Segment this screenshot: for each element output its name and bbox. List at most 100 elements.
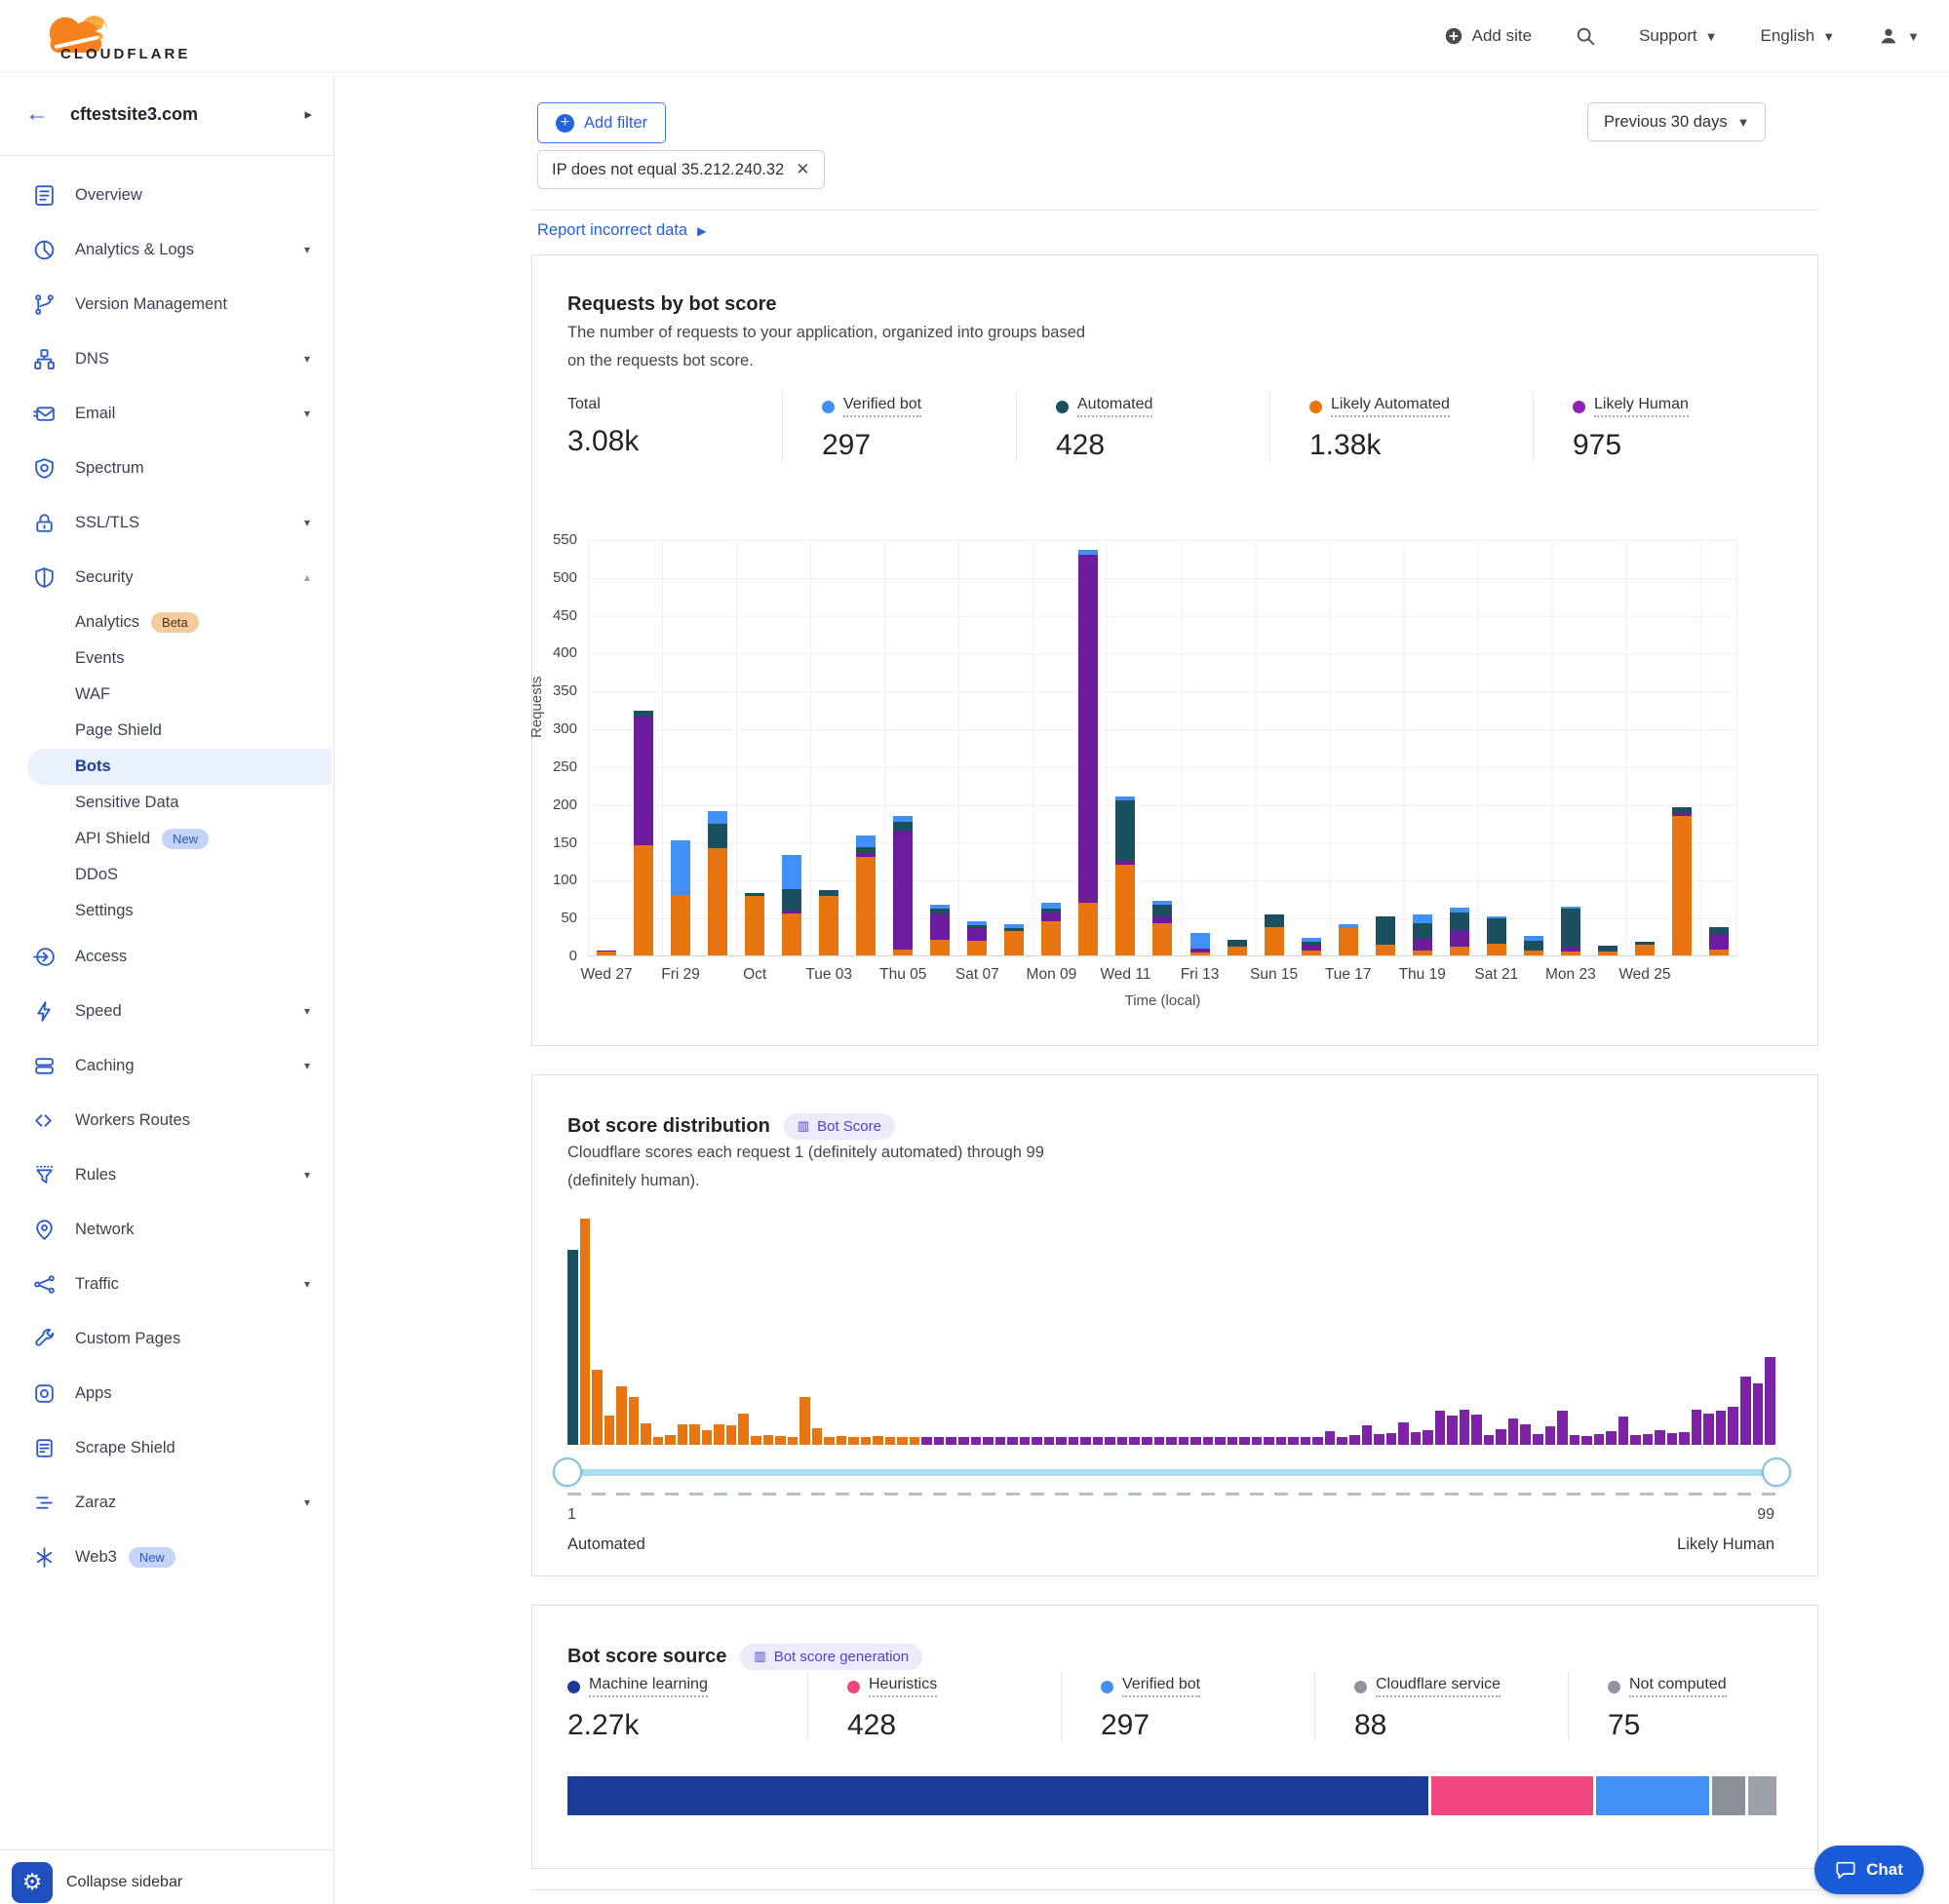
sidebar-item-analytics[interactable]: AnalyticsBeta [0,604,333,641]
apps-icon [32,1381,57,1406]
sidebar-item-access[interactable]: Access [0,929,333,984]
chart-slot [773,540,810,955]
sidebar-item-events[interactable]: Events [0,641,333,677]
search-button[interactable] [1575,25,1596,47]
sidebar-item-overview[interactable]: Overview [0,168,333,222]
add-site-button[interactable]: Add site [1443,25,1532,47]
sidebar-item-caching[interactable]: Caching▾ [0,1038,333,1093]
chart-slot [1144,540,1181,955]
chevron-right-icon[interactable]: ▸ [304,105,312,123]
stat-label: Heuristics [869,1676,937,1697]
language-menu[interactable]: English ▼ [1760,26,1835,46]
sidebar-item-spectrum[interactable]: Spectrum [0,441,333,495]
sidebar-item-scrape-shield[interactable]: Scrape Shield [0,1420,333,1475]
sidebar-item-custom-pages[interactable]: Custom Pages [0,1311,333,1366]
back-arrow-icon[interactable]: ← [25,100,49,128]
score-range-slider-track[interactable] [567,1469,1776,1476]
sidebar-item-traffic[interactable]: Traffic▾ [0,1257,333,1311]
stat-label: Machine learning [589,1676,708,1697]
sidebar-item-bots[interactable]: Bots [27,749,331,785]
sidebar-item-apps[interactable]: Apps [0,1366,333,1420]
sidebar-item-email[interactable]: Email▾ [0,386,333,441]
histogram-bar [946,1437,956,1445]
slider-handle-min[interactable] [553,1457,582,1487]
sidebar-item-web3[interactable]: Web3New [0,1530,333,1584]
chat-button[interactable]: Chat [1814,1846,1924,1894]
chart-slot [1700,540,1737,955]
chart-bar [893,816,913,955]
traffic-icon [32,1272,57,1297]
histogram-bar [1325,1431,1336,1445]
bot-score-generation-badge[interactable]: ▥ Bot score generation [740,1644,922,1670]
sidebar-item-version-management[interactable]: Version Management [0,277,333,331]
sidebar-item-security[interactable]: Security▴ [0,550,333,604]
chart-bar [1339,924,1358,955]
main-content: + Add filter IP does not equal 35.212.24… [531,73,1818,1904]
sidebar-item-network[interactable]: Network [0,1202,333,1257]
sidebar-item-speed[interactable]: Speed▾ [0,984,333,1038]
sidebar-item-ssl-tls[interactable]: SSL/TLS▾ [0,495,333,550]
bar-segment-likely-automated [1302,951,1321,955]
sidebar-item-zaraz[interactable]: Zaraz▾ [0,1475,333,1530]
date-range-select[interactable]: Previous 30 days ▼ [1587,102,1766,141]
sidebar-item-label: Events [75,649,318,668]
sidebar-item-analytics-logs[interactable]: Analytics & Logs▾ [0,222,333,277]
report-incorrect-data-link[interactable]: Report incorrect data ▶ [537,221,706,240]
chevron-down-icon: ▼ [1907,29,1920,44]
chart-bar [819,890,838,955]
bar-segment-likely-automated [1115,865,1135,955]
site-name: cftestsite3.com [70,104,304,125]
bot-score-badge[interactable]: ▥ Bot Score [784,1113,895,1140]
chart-slot [736,540,773,955]
support-menu[interactable]: Support ▼ [1639,26,1717,46]
chart-slot [699,540,736,955]
sidebar-item-page-shield[interactable]: Page Shield [0,713,333,749]
add-filter-button[interactable]: + Add filter [537,102,666,143]
sidebar-item-workers-routes[interactable]: Workers Routes [0,1093,333,1147]
bar-segment-likely-automated [1190,952,1210,955]
sidebar-item-label: Caching [75,1057,304,1075]
bar-segment-automated [1450,913,1469,931]
histogram-bar [1667,1433,1678,1445]
sidebar-item-api-shield[interactable]: API ShieldNew [0,821,333,857]
histogram-bar [983,1437,994,1445]
sidebar-item-waf[interactable]: WAF [0,677,333,713]
histogram-bar [1129,1437,1140,1445]
histogram-bar [1386,1433,1397,1445]
bar-segment-likely-automated [819,896,838,955]
settings-gear-button[interactable]: ⚙ [12,1862,53,1903]
histogram-bar [848,1437,859,1445]
bar-segment-likely-automated [671,895,690,955]
histogram-bar [629,1397,640,1445]
y-tick-label: 150 [532,835,577,851]
stat-label: Verified bot [843,396,921,417]
stat-verified-bot: Verified bot297 [1061,1672,1314,1742]
chart-slot [1441,540,1478,955]
sidebar-item-ddos[interactable]: DDoS [0,857,333,893]
stat-not-computed: Not computed75 [1568,1672,1784,1742]
histogram-bar [910,1437,920,1445]
bar-segment-likely-automated [1376,945,1395,955]
bar-segment-automated [1265,914,1284,926]
filter-chip[interactable]: IP does not equal 35.212.240.32 ✕ [537,150,825,189]
collapse-sidebar-button[interactable]: Collapse sidebar [66,1874,182,1891]
histogram-bar [1362,1425,1373,1445]
sidebar-item-label: Version Management [75,295,310,314]
histogram-bar [1435,1411,1446,1445]
bar-segment-likely-human [1152,916,1172,924]
histogram-bar [1630,1435,1641,1445]
bar-segment-likely-human [930,913,950,940]
bar-segment-likely-automated [1524,951,1543,955]
bar-segment-likely-automated [1672,816,1692,955]
sidebar-item-settings[interactable]: Settings [0,893,333,929]
sidebar-item-rules[interactable]: Rules▾ [0,1147,333,1202]
legend-dot [1608,1681,1620,1693]
sidebar-item-sensitive-data[interactable]: Sensitive Data [0,785,333,821]
close-icon[interactable]: ✕ [796,160,809,179]
slider-handle-max[interactable] [1762,1457,1791,1487]
book-icon: ▥ [798,1118,809,1134]
stat-value: 88 [1354,1709,1568,1742]
account-menu[interactable]: ▼ [1878,25,1920,47]
bar-segment-likely-human [893,831,913,950]
sidebar-item-dns[interactable]: DNS▾ [0,331,333,386]
